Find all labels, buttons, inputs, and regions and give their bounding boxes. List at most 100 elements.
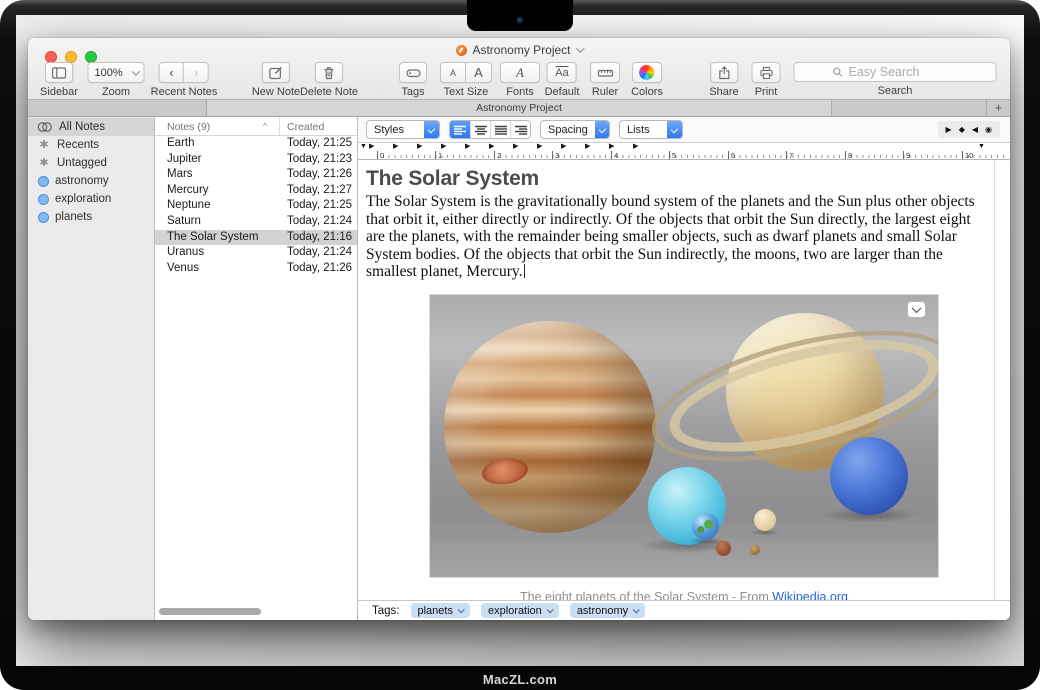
sidebar-item-recents[interactable]: ✱ Recents [28,136,154,154]
colors-label: Colors [631,86,663,98]
sidebar-item-label: All Notes [59,121,105,133]
center-tab-marker-icon[interactable]: ◆ [959,125,965,134]
tab-stop-icon[interactable]: ▶ [369,143,374,151]
zoom-dropdown[interactable]: 100% [88,62,145,83]
horizontal-scrollbar[interactable] [159,608,261,615]
default-label: Default [545,86,580,98]
tab-marker-palette: ▶ ◆ ◀ ◉ [938,121,1000,138]
align-right-button[interactable] [510,121,530,138]
print-button[interactable] [752,62,781,83]
great-red-spot [480,456,529,487]
camera-notch [467,0,573,31]
right-tab-marker-icon[interactable]: ▶ [946,125,952,134]
tab-stop-icon[interactable]: ▶ [489,143,494,151]
back-button[interactable]: ‹ [159,62,184,83]
planets-image[interactable] [430,295,938,577]
delete-note-button[interactable] [315,62,343,83]
sidebar-item-all-notes[interactable]: All Notes [28,118,154,136]
text-smaller-button[interactable]: A [440,62,466,83]
editor-pane: Styles [358,117,1010,620]
ruler-number: 1 [435,151,442,159]
wikipedia-link[interactable]: Wikipedia.org [772,590,848,600]
venus-image [754,509,776,531]
sidebar-toggle-button[interactable] [45,62,73,83]
note-row-mercury[interactable]: Mercury Today, 21:27 [155,183,357,199]
tag-pill-astronomy[interactable]: astronomy [570,603,645,618]
ruler-button[interactable] [590,62,620,83]
laptop-frame: Astronomy Project Sidebar 100% [0,0,1040,690]
tab-stop-icon[interactable]: ▶ [609,143,614,151]
tab-stop-icon[interactable]: ▶ [465,143,470,151]
decimal-tab-marker-icon[interactable]: ◉ [985,125,992,134]
sidebar-item-untagged[interactable]: ✱ Untagged [28,154,154,172]
tab-stop-icon[interactable]: ▶ [513,143,518,151]
lists-dropdown[interactable]: Lists [619,120,683,139]
note-row-the-solar-system[interactable]: The Solar System Today, 21:16 [155,230,357,246]
note-row-mars[interactable]: Mars Today, 21:26 [155,167,357,183]
column-divider [279,117,280,135]
align-justify-button[interactable] [490,121,510,138]
note-row-neptune[interactable]: Neptune Today, 21:25 [155,198,357,214]
zoom-label: Zoom [102,86,130,98]
tab-stop-icon[interactable]: ▶ [441,143,446,151]
format-bar: Styles [358,117,1010,143]
tab-stop-icon[interactable]: ▶ [393,143,398,151]
sidebar-item-astronomy[interactable]: astronomy [28,172,154,190]
document-proxy-icon[interactable] [456,45,467,56]
search-field[interactable] [794,62,997,82]
ruler-number: 7 [786,151,793,159]
note-title: The Solar System [366,167,996,191]
tag-pill-planets[interactable]: planets [411,603,470,618]
tags-button[interactable] [399,62,427,83]
chevron-down-icon[interactable] [576,44,584,52]
left-tab-marker-icon[interactable]: ◀ [972,125,978,134]
tab-astronomy-project[interactable]: Astronomy Project [206,100,832,116]
note-body: The Solar System is the gravitationally … [366,193,988,281]
image-options-button[interactable] [907,301,926,318]
note-row-saturn[interactable]: Saturn Today, 21:24 [155,214,357,230]
share-button[interactable] [710,62,738,83]
tab-stop-icon[interactable]: ▶ [561,143,566,151]
created-column-header[interactable]: Created [287,121,324,133]
align-center-button[interactable] [470,121,490,138]
spacing-dropdown[interactable]: Spacing [540,120,610,139]
image-caption: The eight planets of the Solar System - … [366,590,1002,600]
large-a-icon: A [474,65,483,80]
ruler[interactable]: ▼ ▶ ▶ ▶ ▶ ▶ ▶ ▶ ▶ ▶ ▶ ▶ ▶ ▼ 0 [358,143,1010,160]
colors-button[interactable] [632,62,662,83]
sidebar-item-planets[interactable]: planets [28,208,154,226]
recent-notes-label: Recent Notes [151,86,218,98]
tab-stop-icon[interactable]: ▶ [417,143,422,151]
compose-icon [268,65,284,81]
note-row-uranus[interactable]: Uranus Today, 21:24 [155,245,357,261]
notes-count-header[interactable]: Notes (9) [167,121,210,133]
note-content[interactable]: The Solar System The Solar System is the… [358,160,1010,600]
color-wheel-icon [639,65,654,80]
notes-list-header[interactable]: Notes (9) ^ Created [155,117,357,136]
text-larger-button[interactable]: A [466,62,492,83]
note-row-jupiter[interactable]: Jupiter Today, 21:23 [155,152,357,168]
right-margin-marker-icon[interactable]: ▼ [978,143,985,151]
styles-dropdown[interactable]: Styles [366,120,440,139]
forward-button[interactable]: › [184,62,209,83]
new-note-button[interactable] [262,62,290,83]
tab-bar: Astronomy Project + [28,100,1010,117]
tab-stop-icon[interactable]: ▶ [585,143,590,151]
earth-image [692,513,719,540]
ruler-ticks [377,155,1006,158]
align-left-button[interactable] [450,121,470,138]
note-row-venus[interactable]: Venus Today, 21:26 [155,261,357,277]
sidebar-item-exploration[interactable]: exploration [28,190,154,208]
chevron-down-icon [458,606,465,613]
indent-marker-icon[interactable]: ▼ [360,143,367,151]
add-tab-button[interactable]: + [986,100,1010,116]
search-input[interactable] [849,65,959,79]
fonts-button[interactable]: A [500,62,540,83]
tab-stop-icon[interactable]: ▶ [537,143,542,151]
tags-bar-label: Tags: [372,605,400,617]
tab-stop-icon[interactable]: ▶ [633,143,638,151]
small-a-icon: A [450,68,456,78]
default-style-button[interactable]: Aa [547,62,577,83]
note-row-earth[interactable]: Earth Today, 21:25 [155,136,357,152]
tag-pill-exploration[interactable]: exploration [481,603,559,618]
